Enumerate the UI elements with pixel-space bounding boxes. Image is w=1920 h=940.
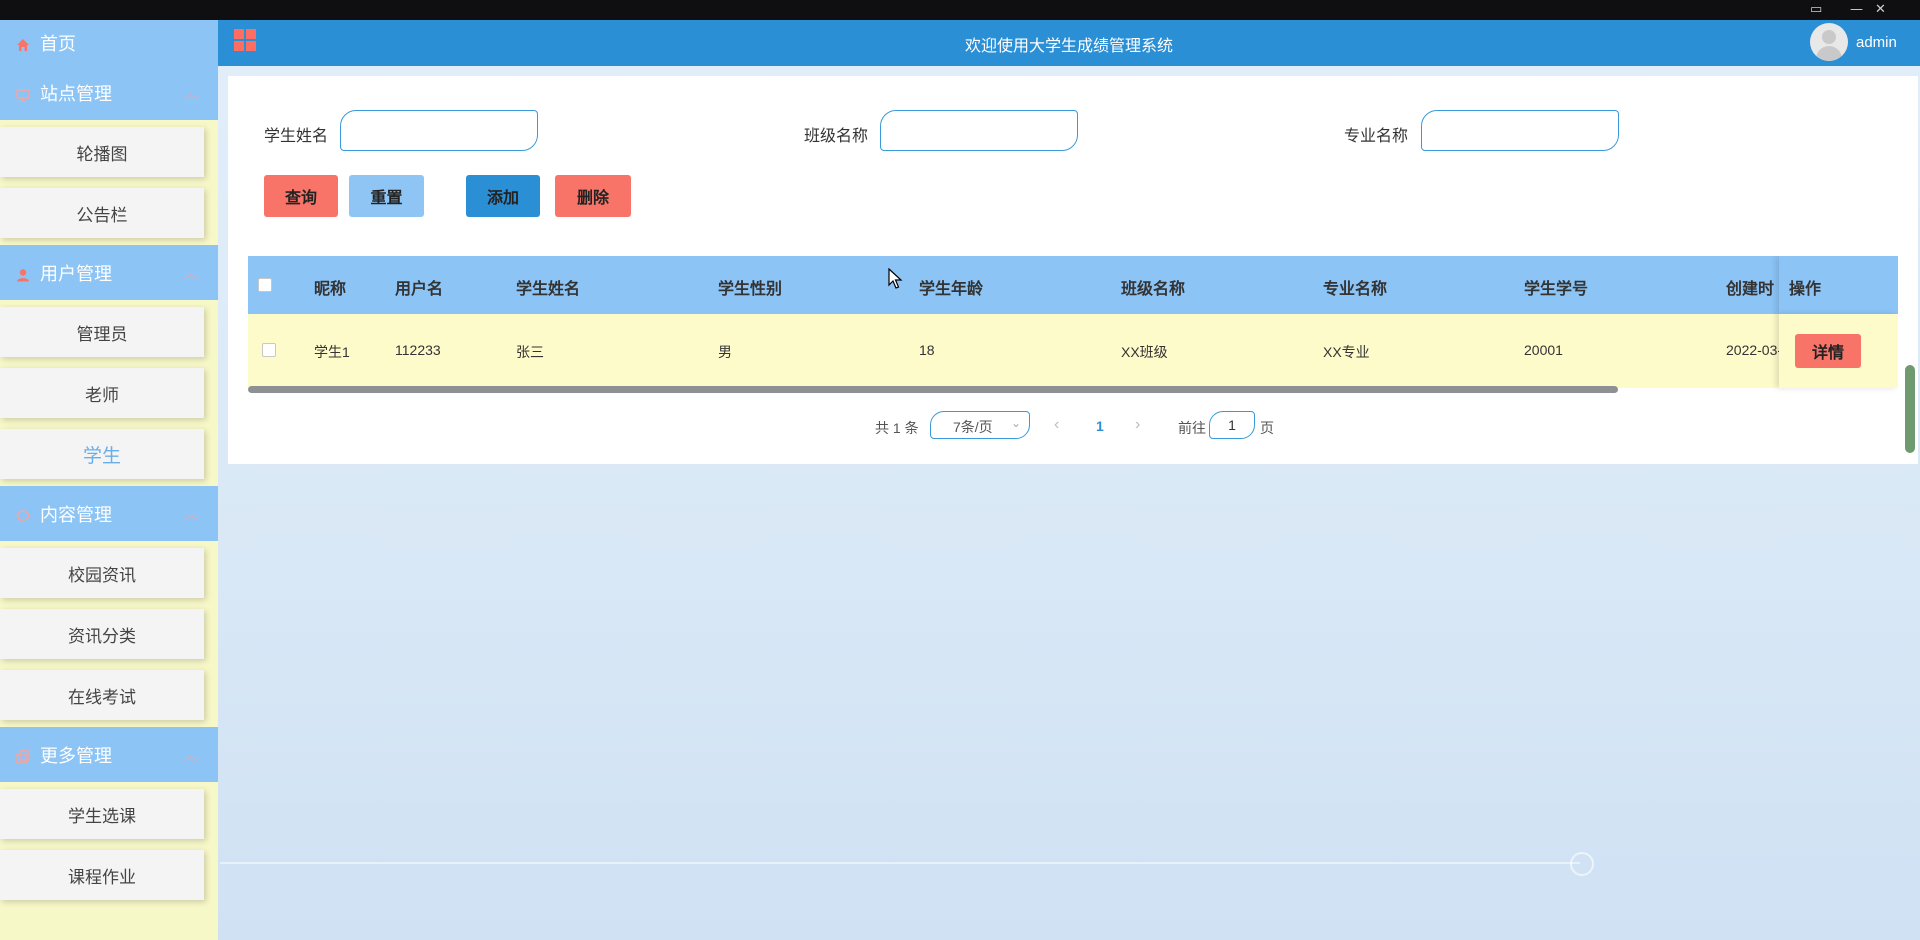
sidebar-group-label: 内容管理 [40, 504, 112, 525]
chevron-down-icon: ⌄ [1010, 416, 1021, 430]
user-icon [16, 266, 30, 281]
table-row[interactable]: 学生1 112233 张三 男 18 XX班级 XX专业 20001 2022-… [248, 314, 1898, 388]
goto-label: 前往 [1178, 420, 1206, 436]
chevron-up-icon: ︿ [184, 747, 198, 763]
goto-page-input[interactable] [1209, 411, 1255, 439]
cell-class-name: XX班级 [1121, 344, 1168, 360]
column-header-student-name: 学生姓名 [516, 281, 581, 298]
cell-nickname: 学生1 [314, 344, 350, 360]
add-button[interactable]: 添加 [466, 175, 540, 217]
sidebar-item-carousel[interactable]: 轮播图 [0, 127, 204, 177]
sidebar-group-label: 更多管理 [40, 745, 112, 766]
top-header: 欢迎使用大学生成绩管理系统 admin [218, 20, 1920, 66]
next-page-icon[interactable]: › [1135, 416, 1140, 434]
reset-button[interactable]: 重置 [349, 175, 424, 217]
monitor-icon [16, 86, 30, 102]
sidebar-item-course-homework[interactable]: 课程作业 [0, 850, 204, 900]
sidebar-item-campus-news[interactable]: 校园资讯 [0, 548, 204, 598]
background-decoration-line [220, 862, 1580, 864]
column-header-operation: 操作 [1789, 281, 1822, 298]
page-size-value: 7条/页 [953, 419, 993, 435]
page-unit-label: 页 [1260, 420, 1274, 436]
chevron-up-icon: ︿ [184, 85, 198, 101]
avatar[interactable] [1810, 23, 1848, 61]
sidebar-item-course-selection[interactable]: 学生选课 [0, 789, 204, 839]
cell-student-no: 20001 [1524, 342, 1563, 358]
pagination-total: 共 1 条 [875, 420, 919, 436]
column-header-class-name: 班级名称 [1121, 281, 1186, 298]
sidebar-group-more[interactable]: 更多管理 ︿ [0, 727, 218, 782]
sidebar-group-label: 用户管理 [40, 263, 112, 284]
operation-cell: 详情 [1779, 314, 1898, 388]
cell-major: XX专业 [1323, 344, 1370, 360]
sidebar-item-teachers[interactable]: 老师 [0, 368, 204, 418]
cell-username: 112233 [395, 342, 441, 358]
sidebar-group-content-items: 校园资讯 资讯分类 在线考试 [0, 541, 218, 727]
sidebar-item-students[interactable]: 学生 [0, 429, 204, 479]
username-label[interactable]: admin [1856, 34, 1897, 51]
prev-page-icon[interactable]: ‹ [1054, 416, 1059, 434]
sidebar-group-users[interactable]: 用户管理 ︿ [0, 245, 218, 300]
delete-button[interactable]: 删除 [555, 175, 631, 217]
operation-header-cell: 操作 [1779, 256, 1898, 314]
major-name-input[interactable] [1421, 110, 1619, 151]
column-header-created: 创建时 [1726, 281, 1775, 298]
restore-icon[interactable]: ▭ [1810, 2, 1822, 17]
column-header-nickname: 昵称 [314, 281, 347, 298]
chat-icon [16, 507, 30, 522]
sidebar: 首页 站点管理 ︿ 轮播图 公告栏 用户管理 ︿ 管理员 老师 学生 内容管理 … [0, 20, 218, 940]
cell-student-name: 张三 [516, 344, 544, 360]
class-name-input[interactable] [880, 110, 1078, 151]
page-title: 欢迎使用大学生成绩管理系统 [964, 38, 1173, 55]
column-header-major: 专业名称 [1323, 281, 1388, 298]
student-name-label: 学生姓名 [264, 128, 329, 145]
sidebar-group-label: 站点管理 [40, 83, 112, 104]
select-all-checkbox[interactable] [258, 278, 272, 292]
sidebar-item-news-category[interactable]: 资讯分类 [0, 609, 204, 659]
cell-created: 2022-03- [1726, 342, 1783, 358]
page-size-select[interactable]: 7条/页 ⌄ [930, 411, 1030, 439]
sidebar-group-site[interactable]: 站点管理 ︿ [0, 65, 218, 120]
sidebar-group-site-items: 轮播图 公告栏 [0, 120, 218, 245]
major-name-label: 专业名称 [1344, 128, 1409, 145]
close-icon[interactable]: ✕ [1875, 2, 1886, 17]
column-header-username: 用户名 [395, 281, 444, 298]
row-checkbox[interactable] [262, 343, 276, 357]
table-header: 昵称 用户名 学生姓名 学生性别 学生年龄 班级名称 专业名称 学生学号 创建时 [248, 256, 1898, 314]
window-title-bar: ▭ — ✕ [0, 0, 1920, 20]
main-panel: 学生姓名 班级名称 专业名称 查询 重置 添加 删除 昵称 用户名 学生姓名 学… [228, 76, 1918, 464]
column-header-student-no: 学生学号 [1524, 281, 1589, 298]
sidebar-item-admins[interactable]: 管理员 [0, 307, 204, 357]
query-button[interactable]: 查询 [264, 175, 338, 217]
cell-age: 18 [919, 342, 935, 358]
minimize-icon[interactable]: — [1850, 2, 1863, 17]
sidebar-group-more-items: 学生选课 课程作业 [0, 782, 218, 907]
sidebar-group-users-items: 管理员 老师 学生 [0, 300, 218, 486]
background-decoration-dot [1570, 852, 1594, 876]
detail-button[interactable]: 详情 [1795, 334, 1861, 368]
cell-gender: 男 [718, 344, 732, 360]
chevron-up-icon: ︿ [184, 506, 198, 522]
pagination: 共 1 条 7条/页 ⌄ ‹ 1 › 前往 页 [228, 411, 1918, 441]
sidebar-group-content[interactable]: 内容管理 ︿ [0, 486, 218, 541]
chevron-up-icon: ︿ [184, 265, 198, 281]
sidebar-item-notice-board[interactable]: 公告栏 [0, 188, 204, 238]
column-header-gender: 学生性别 [718, 281, 783, 298]
vertical-scrollbar[interactable] [1905, 365, 1915, 453]
student-table: 昵称 用户名 学生姓名 学生性别 学生年龄 班级名称 专业名称 学生学号 创建时… [248, 256, 1898, 396]
sidebar-item-home[interactable]: 首页 [0, 20, 218, 65]
column-header-age: 学生年龄 [919, 281, 984, 298]
home-icon [16, 36, 30, 51]
operation-column: 操作 详情 [1779, 256, 1898, 388]
class-name-label: 班级名称 [804, 128, 869, 145]
current-page-number[interactable]: 1 [1096, 418, 1104, 434]
student-name-input[interactable] [340, 110, 538, 151]
copy-icon [16, 748, 30, 764]
horizontal-scrollbar[interactable] [248, 386, 1618, 393]
sidebar-home-label: 首页 [40, 33, 76, 54]
sidebar-item-online-exam[interactable]: 在线考试 [0, 670, 204, 720]
